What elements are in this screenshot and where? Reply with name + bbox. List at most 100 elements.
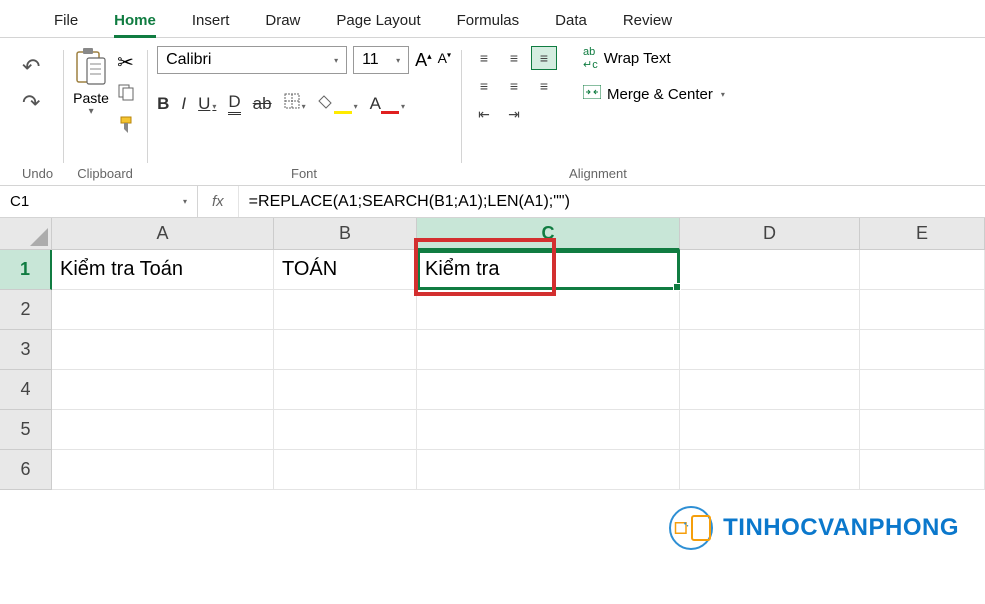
- cell-E6[interactable]: [860, 450, 985, 490]
- tab-file[interactable]: File: [36, 6, 96, 37]
- cell-C3[interactable]: [417, 330, 680, 370]
- redo-icon[interactable]: ↷: [22, 90, 40, 116]
- cell-E1[interactable]: [860, 250, 985, 290]
- cell-B3[interactable]: [274, 330, 417, 370]
- undo-icon[interactable]: ↶: [22, 54, 40, 80]
- group-label-alignment: Alignment: [471, 164, 725, 181]
- row-header-5[interactable]: 5: [0, 410, 52, 450]
- group-label-font: Font: [157, 164, 451, 181]
- cell-B4[interactable]: [274, 370, 417, 410]
- decrease-indent-icon[interactable]: ⇤: [471, 102, 497, 126]
- ribbon-tabs: File Home Insert Draw Page Layout Formul…: [0, 0, 985, 38]
- increase-font-icon[interactable]: A▴: [415, 50, 432, 71]
- italic-button[interactable]: I: [181, 94, 186, 114]
- cell-D1[interactable]: [680, 250, 860, 290]
- cell-E2[interactable]: [860, 290, 985, 330]
- cut-icon[interactable]: ✂: [117, 50, 137, 75]
- font-name-select[interactable]: Calibri▾: [157, 46, 347, 74]
- align-mid-left-icon[interactable]: ≡: [471, 74, 497, 98]
- underline-button[interactable]: U▾: [198, 94, 216, 114]
- copy-icon[interactable]: [117, 83, 137, 107]
- row-header-2[interactable]: 2: [0, 290, 52, 330]
- name-box[interactable]: C1▾: [0, 186, 198, 217]
- col-header-D[interactable]: D: [680, 218, 860, 250]
- align-mid-right-icon[interactable]: ≡: [531, 74, 557, 98]
- cell-E4[interactable]: [860, 370, 985, 410]
- watermark-text: TINHOCVANPHONG: [723, 514, 959, 542]
- cell-C2[interactable]: [417, 290, 680, 330]
- tab-insert[interactable]: Insert: [174, 6, 248, 37]
- cell-A3[interactable]: [52, 330, 274, 370]
- font-color-button[interactable]: A▾: [370, 94, 405, 114]
- tab-page-layout[interactable]: Page Layout: [318, 6, 438, 37]
- orientation-icon[interactable]: [531, 102, 557, 126]
- cell-D3[interactable]: [680, 330, 860, 370]
- row-header-1[interactable]: 1: [0, 250, 52, 290]
- watermark-logo-icon: [669, 506, 713, 550]
- merge-icon: [583, 85, 601, 103]
- cell-D4[interactable]: [680, 370, 860, 410]
- strikethrough-button[interactable]: ab: [253, 94, 272, 114]
- font-size-select[interactable]: 11▾: [353, 46, 409, 74]
- row-header-3[interactable]: 3: [0, 330, 52, 370]
- tab-review[interactable]: Review: [605, 6, 690, 37]
- tab-formulas[interactable]: Formulas: [439, 6, 538, 37]
- group-alignment: ≡ ≡ ≡ ≡ ≡ ≡ ⇤ ⇥ ab↵c Wrap Text Merge & C…: [461, 46, 735, 181]
- col-header-E[interactable]: E: [860, 218, 985, 250]
- col-header-B[interactable]: B: [274, 218, 417, 250]
- cell-B5[interactable]: [274, 410, 417, 450]
- wrap-text-button[interactable]: ab↵c Wrap Text: [583, 46, 725, 71]
- cell-D6[interactable]: [680, 450, 860, 490]
- cell-C1[interactable]: Kiểm tra: [417, 250, 680, 290]
- fx-icon[interactable]: fx: [198, 186, 239, 217]
- group-undo: ↶ ↷ Undo: [12, 46, 63, 181]
- cell-C5[interactable]: [417, 410, 680, 450]
- double-underline-button[interactable]: D: [228, 92, 240, 115]
- wrap-text-icon: ab↵c: [583, 46, 598, 71]
- cell-C6[interactable]: [417, 450, 680, 490]
- cell-A4[interactable]: [52, 370, 274, 410]
- cell-A2[interactable]: [52, 290, 274, 330]
- select-all-corner[interactable]: [0, 218, 52, 250]
- merge-center-button[interactable]: Merge & Center ▾: [583, 85, 725, 103]
- align-top-center-icon[interactable]: ≡: [501, 46, 527, 70]
- col-header-C[interactable]: C: [417, 218, 680, 250]
- tab-draw[interactable]: Draw: [247, 6, 318, 37]
- align-top-right-icon[interactable]: ≡: [531, 46, 557, 70]
- cell-B2[interactable]: [274, 290, 417, 330]
- cell-A6[interactable]: [52, 450, 274, 490]
- borders-button[interactable]: ▾: [284, 93, 306, 114]
- align-mid-center-icon[interactable]: ≡: [501, 74, 527, 98]
- ribbon-content: ↶ ↷ Undo Paste ▾ ✂ Clipboard: [0, 38, 985, 186]
- cell-E3[interactable]: [860, 330, 985, 370]
- row-header-6[interactable]: 6: [0, 450, 52, 490]
- cell-C4[interactable]: [417, 370, 680, 410]
- cell-E5[interactable]: [860, 410, 985, 450]
- col-header-A[interactable]: A: [52, 218, 274, 250]
- tab-data[interactable]: Data: [537, 6, 605, 37]
- paste-button[interactable]: Paste ▾: [73, 46, 109, 117]
- bold-button[interactable]: B: [157, 94, 169, 114]
- formula-input[interactable]: [239, 186, 985, 217]
- format-painter-icon[interactable]: [117, 115, 137, 141]
- decrease-font-icon[interactable]: A▾: [438, 50, 451, 71]
- row-header-4[interactable]: 4: [0, 370, 52, 410]
- group-label-clipboard: Clipboard: [73, 164, 137, 181]
- cell-D2[interactable]: [680, 290, 860, 330]
- group-label-undo: Undo: [22, 164, 53, 181]
- cell-B1[interactable]: TOÁN: [274, 250, 417, 290]
- cell-D5[interactable]: [680, 410, 860, 450]
- paste-dropdown-icon[interactable]: ▾: [89, 106, 94, 117]
- formula-bar: C1▾ fx: [0, 186, 985, 218]
- align-top-left-icon[interactable]: ≡: [471, 46, 497, 70]
- cell-B6[interactable]: [274, 450, 417, 490]
- spreadsheet-grid: A B C D E 1 Kiểm tra Toán TOÁN Kiểm tra …: [0, 218, 985, 490]
- tab-home[interactable]: Home: [96, 6, 174, 37]
- group-clipboard: Paste ▾ ✂ Clipboard: [63, 46, 147, 181]
- cell-A5[interactable]: [52, 410, 274, 450]
- paste-label: Paste: [73, 90, 109, 106]
- fill-color-button[interactable]: ▾: [318, 94, 358, 114]
- increase-indent-icon[interactable]: ⇥: [501, 102, 527, 126]
- group-font: Calibri▾ 11▾ A▴ A▾ B I U▾ D ab ▾ ▾ A▾ Fo…: [147, 46, 461, 181]
- cell-A1[interactable]: Kiểm tra Toán: [52, 250, 274, 290]
